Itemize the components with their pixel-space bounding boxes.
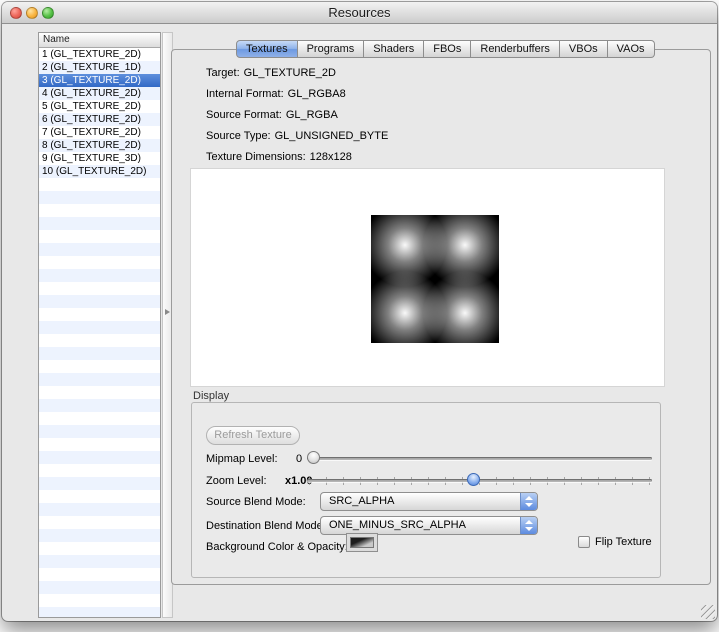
info-source-type-value: GL_UNSIGNED_BYTE [275, 130, 389, 142]
info-internal-format: Internal Format: GL_RGBA8 [206, 88, 346, 100]
destination-blend-mode-label: Destination Blend Mode: [206, 520, 326, 532]
info-dimensions-label: Texture Dimensions: [206, 151, 306, 163]
resources-window: Resources Name 1 (GL_TEXTURE_2D) 2 (GL_T… [2, 2, 717, 621]
background-color-well[interactable] [346, 533, 378, 552]
display-group: Refresh Texture Mipmap Level: 0 Zoom Lev… [191, 402, 661, 578]
source-blend-mode-value: SRC_ALPHA [321, 493, 537, 510]
arrow-down-icon [525, 503, 533, 507]
refresh-texture-button[interactable]: Refresh Texture [206, 426, 300, 445]
list-item[interactable]: 7 (GL_TEXTURE_2D) [39, 126, 160, 139]
resource-rows: 1 (GL_TEXTURE_2D) 2 (GL_TEXTURE_1D) 3 (G… [39, 48, 160, 178]
destination-blend-mode-value: ONE_MINUS_SRC_ALPHA [321, 517, 537, 534]
mipmap-slider-track[interactable] [307, 457, 652, 460]
tab-bar: Textures Programs Shaders FBOs Renderbuf… [236, 40, 655, 58]
mipmap-level-value: 0 [296, 453, 302, 465]
tab-programs[interactable]: Programs [298, 40, 365, 58]
info-dimensions: Texture Dimensions: 128x128 [206, 151, 352, 163]
arrow-down-icon [525, 527, 533, 531]
info-target-label: Target: [206, 67, 240, 79]
tab-vbos[interactable]: VBOs [560, 40, 608, 58]
mipmap-level-label: Mipmap Level: [206, 453, 278, 465]
popup-arrows-icon [520, 517, 537, 534]
zoom-slider[interactable] [307, 473, 652, 487]
mipmap-slider-thumb[interactable] [307, 451, 320, 464]
list-item[interactable]: 8 (GL_TEXTURE_2D) [39, 139, 160, 152]
list-item[interactable]: 2 (GL_TEXTURE_1D) [39, 61, 160, 74]
list-empty-rows [39, 178, 160, 617]
info-internal-format-label: Internal Format: [206, 88, 284, 100]
info-dimensions-value: 128x128 [310, 151, 352, 163]
window-title: Resources [2, 2, 717, 23]
list-item[interactable]: 1 (GL_TEXTURE_2D) [39, 48, 160, 61]
info-source-type-label: Source Type: [206, 130, 271, 142]
tab-shaders[interactable]: Shaders [364, 40, 424, 58]
background-color-swatch [350, 537, 374, 548]
info-target: Target: GL_TEXTURE_2D [206, 67, 336, 79]
flip-texture-label[interactable]: Flip Texture [595, 536, 652, 548]
maximize-button[interactable] [42, 7, 54, 19]
list-item[interactable]: 6 (GL_TEXTURE_2D) [39, 113, 160, 126]
resource-list: Name 1 (GL_TEXTURE_2D) 2 (GL_TEXTURE_1D)… [38, 32, 161, 618]
info-source-format-value: GL_RGBA [286, 109, 338, 121]
texture-preview-area [191, 169, 664, 386]
close-button[interactable] [10, 7, 22, 19]
tab-vaos[interactable]: VAOs [608, 40, 655, 58]
popup-arrows-icon [520, 493, 537, 510]
info-target-value: GL_TEXTURE_2D [244, 67, 336, 79]
flip-texture-checkbox[interactable] [578, 536, 590, 548]
info-internal-format-value: GL_RGBA8 [288, 88, 346, 100]
tab-fbos[interactable]: FBOs [424, 40, 471, 58]
resize-grip[interactable] [701, 605, 715, 619]
source-blend-mode-popup[interactable]: SRC_ALPHA [320, 492, 538, 511]
list-item[interactable]: 4 (GL_TEXTURE_2D) [39, 87, 160, 100]
splitter-arrow-icon [165, 309, 170, 315]
info-source-type: Source Type: GL_UNSIGNED_BYTE [206, 130, 388, 142]
arrow-up-icon [525, 520, 533, 524]
list-item[interactable]: 9 (GL_TEXTURE_3D) [39, 152, 160, 165]
list-item-selected[interactable]: 3 (GL_TEXTURE_2D) [39, 74, 160, 87]
list-header-name[interactable]: Name [39, 33, 160, 48]
info-source-format: Source Format: GL_RGBA [206, 109, 338, 121]
source-blend-mode-label: Source Blend Mode: [206, 496, 306, 508]
zoom-level-label: Zoom Level: [206, 475, 267, 487]
mipmap-slider[interactable] [307, 451, 652, 465]
zoom-slider-thumb[interactable] [467, 473, 480, 486]
display-group-title: Display [193, 390, 229, 402]
tab-textures[interactable]: Textures [236, 40, 298, 58]
texture-image [371, 215, 499, 343]
list-item[interactable]: 5 (GL_TEXTURE_2D) [39, 100, 160, 113]
tab-renderbuffers[interactable]: Renderbuffers [471, 40, 560, 58]
title-bar[interactable]: Resources [2, 2, 717, 24]
background-color-label: Background Color & Opacity: [206, 541, 348, 553]
textures-tab-panel: Target:GL_TEXTURE_2D Internal Format:GL_… [171, 49, 711, 585]
list-item[interactable]: 10 (GL_TEXTURE_2D) [39, 165, 160, 178]
arrow-up-icon [525, 496, 533, 500]
minimize-button[interactable] [26, 7, 38, 19]
info-source-format-label: Source Format: [206, 109, 282, 121]
